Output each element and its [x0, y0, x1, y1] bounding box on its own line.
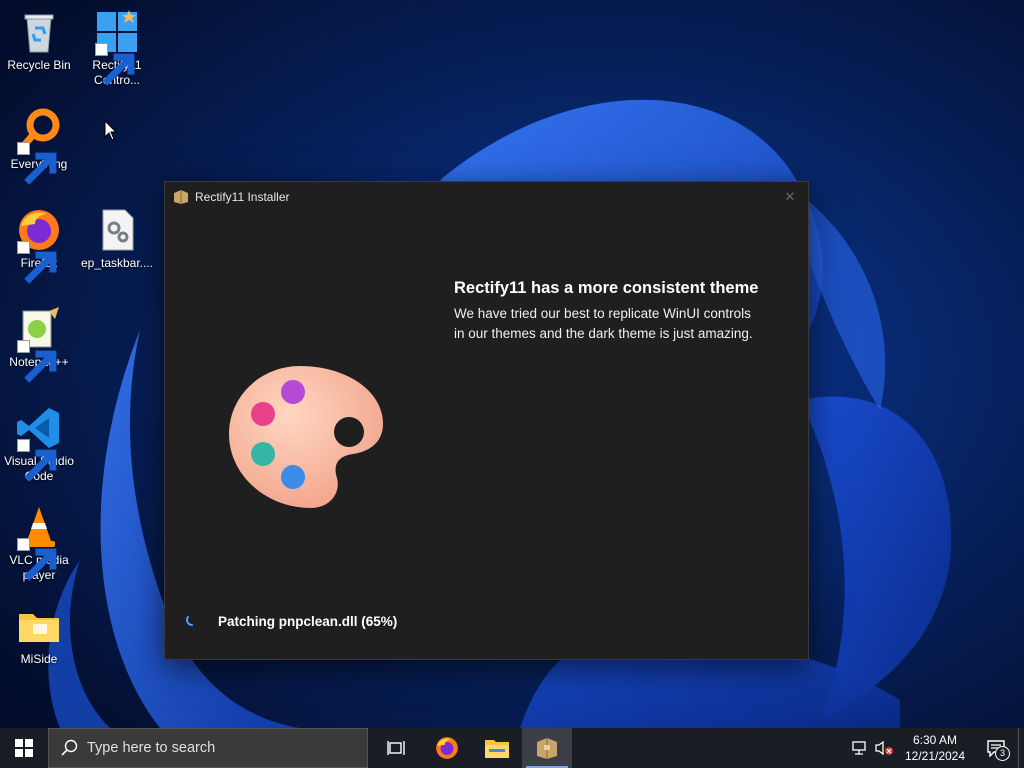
task-view-icon [387, 741, 405, 755]
taskbar-firefox-button[interactable] [422, 728, 472, 768]
install-status: Patching pnpclean.dll (65%) [218, 614, 398, 629]
installer-app-icon [537, 738, 557, 759]
desktop-icon-everything[interactable]: Everything [0, 107, 78, 185]
settings-file-icon [102, 209, 134, 251]
shortcut-arrow-icon [17, 340, 57, 383]
clock-date: 12/21/2024 [904, 749, 966, 763]
notification-count-badge: 3 [995, 746, 1010, 761]
close-button[interactable]: ✕ [778, 186, 802, 208]
taskbar: Type here to search 6:30 AM 12/21/2024 3 [0, 728, 1024, 768]
folder-icon [19, 614, 59, 642]
desktop-icon-recycle-bin[interactable]: Recycle Bin [0, 8, 78, 73]
firefox-icon [436, 737, 458, 759]
feature-description: We have tried our best to replicate WinU… [454, 306, 753, 341]
search-icon [61, 739, 78, 756]
volume-button[interactable] [872, 728, 896, 768]
volume-muted-icon [875, 740, 893, 756]
desktop-icon-notepad-plus-plus[interactable]: Notepad++ [0, 305, 78, 383]
taskbar-file-explorer-button[interactable] [472, 728, 522, 768]
desktop-icon-vscode[interactable]: Visual Studio Code [0, 404, 78, 484]
network-button[interactable] [848, 728, 872, 768]
task-view-button[interactable] [372, 728, 422, 768]
desktop-icon-miside[interactable]: MiSide [0, 602, 78, 667]
taskbar-installer-button[interactable] [522, 728, 572, 768]
clock-time: 6:30 AM [912, 733, 958, 747]
shortcut-arrow-icon [17, 142, 57, 185]
network-icon [852, 741, 866, 755]
installer-box-icon [174, 190, 188, 204]
desktop-icon-firefox[interactable]: Firefox [0, 206, 78, 284]
installer-titlebar[interactable]: Rectify11 Installer [165, 182, 808, 212]
shortcut-arrow-icon [17, 439, 57, 482]
notification-center-button[interactable]: 3 [974, 728, 1018, 768]
shortcut-arrow-icon [17, 538, 57, 581]
show-desktop-button[interactable] [1018, 728, 1024, 768]
desktop-icon-label: ep_taskbar.... [80, 256, 154, 270]
installer-window: Rectify11 Installer ✕ Rectify11 has a mo… [164, 181, 809, 660]
desktop-icon-rectify11-control[interactable]: Rectify11 Contro... [78, 8, 156, 88]
file-explorer-icon [485, 740, 509, 758]
paint-palette-icon [229, 366, 383, 508]
taskbar-clock[interactable]: 6:30 AM 12/21/2024 [900, 732, 970, 764]
start-button[interactable] [0, 728, 48, 768]
mouse-cursor-icon [104, 120, 118, 141]
desktop-icon-ep-taskbar[interactable]: ep_taskbar.... [78, 206, 156, 271]
windows-logo-icon [15, 739, 33, 757]
taskbar-search-box[interactable]: Type here to search [48, 728, 368, 768]
progress-spinner-icon [186, 616, 193, 626]
desktop-icon-label: Recycle Bin [7, 58, 71, 72]
desktop-icon-label: MiSide [20, 652, 58, 666]
recycle-bin-icon [24, 14, 54, 53]
feature-headline: Rectify11 has a more consistent theme [454, 279, 759, 297]
installer-title: Rectify11 Installer [195, 190, 290, 204]
shortcut-arrow-icon [95, 43, 135, 86]
desktop-icon-vlc[interactable]: VLC media player [0, 503, 78, 583]
search-placeholder: Type here to search [87, 740, 216, 756]
shortcut-arrow-icon [17, 241, 57, 284]
system-tray: 6:30 AM 12/21/2024 3 [848, 728, 1024, 768]
